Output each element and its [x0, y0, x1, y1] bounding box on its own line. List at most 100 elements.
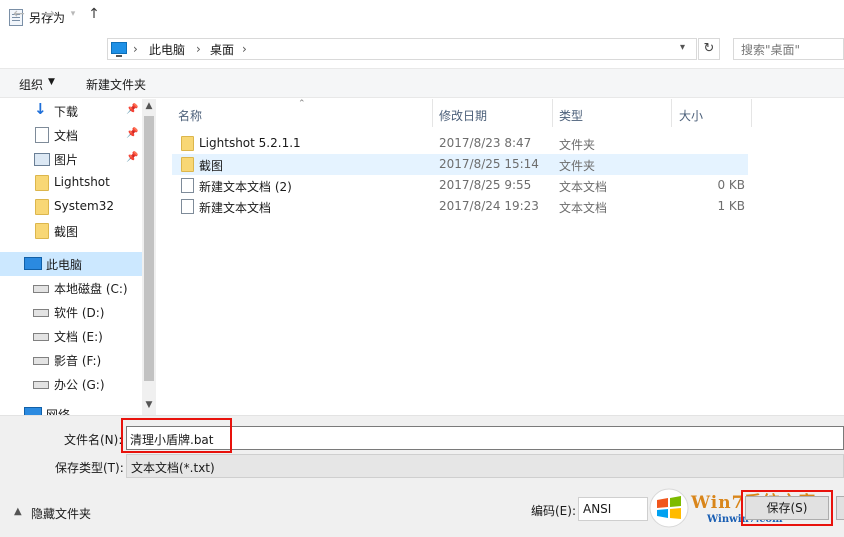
recent-locations-chevron-icon[interactable]: ▾ — [64, 5, 82, 23]
encoding-label: 编码(E): — [531, 504, 576, 518]
network-icon — [24, 407, 42, 415]
column-divider[interactable] — [552, 99, 553, 127]
nav-item-drive-c[interactable]: 本地磁盘 (C:) — [0, 276, 142, 300]
nav-item-drive-e[interactable]: 文档 (E:) — [0, 324, 142, 348]
nav-item-label: 影音 (F:) — [54, 354, 102, 368]
document-icon — [35, 127, 49, 143]
filetype-value[interactable]: 文本文档(*.txt) — [131, 459, 215, 476]
nav-item-label: 图片 — [54, 153, 79, 167]
organize-button[interactable]: 组织 — [19, 76, 43, 93]
file-size: 0 KB — [717, 178, 745, 192]
new-folder-button[interactable]: 新建文件夹 — [86, 76, 146, 93]
column-header-row: 名称 修改日期 类型 大小 — [158, 99, 844, 127]
nav-item-label: 下载 — [54, 105, 79, 119]
hide-folders-toggle[interactable]: 隐藏文件夹 — [31, 505, 91, 522]
file-type: 文件夹 — [559, 159, 596, 173]
file-date: 2017/8/25 15:14 — [439, 157, 539, 171]
computer-icon — [24, 257, 42, 270]
file-type: 文本文档 — [559, 180, 608, 194]
file-row[interactable]: Lightshot 5.2.1.1 2017/8/23 8:47 文件夹 — [172, 133, 748, 154]
breadcrumb-chevron-icon[interactable]: › — [242, 42, 247, 56]
breadcrumb-chevron-icon[interactable]: › — [196, 42, 201, 56]
encoding-value[interactable]: ANSI — [583, 502, 611, 516]
filetype-select[interactable] — [126, 454, 844, 478]
nav-item-label: 文档 — [54, 129, 79, 143]
nav-item-label: 软件 (D:) — [54, 306, 105, 320]
nav-item-label: 本地磁盘 (C:) — [54, 282, 128, 296]
pin-icon: 📌 — [126, 104, 139, 115]
back-arrow-icon[interactable]: ← — [10, 5, 28, 23]
file-type: 文本文档 — [559, 201, 608, 215]
breadcrumb-desktop[interactable]: 桌面 — [210, 41, 234, 58]
picture-icon — [34, 153, 50, 166]
filename-input[interactable] — [126, 426, 844, 450]
nav-item-downloads[interactable]: ↓ 下载 📌 — [0, 99, 142, 123]
breadcrumb-this-pc[interactable]: 此电脑 — [149, 41, 185, 58]
column-divider[interactable] — [671, 99, 672, 127]
up-arrow-icon[interactable]: ↑ — [85, 5, 103, 23]
collapse-caret-icon[interactable]: ▲ — [14, 506, 22, 517]
file-row[interactable]: 截图 2017/8/25 15:14 文件夹 — [172, 154, 748, 175]
search-placeholder: 搜索"桌面" — [741, 43, 801, 57]
cancel-button[interactable] — [836, 496, 844, 520]
folder-icon — [181, 157, 194, 172]
nav-item-label: 截图 — [54, 225, 79, 239]
filename-label: 文件名(N): — [64, 433, 123, 447]
nav-item-documents[interactable]: 文档 📌 — [0, 123, 142, 147]
nav-item-screenshots[interactable]: 截图 — [0, 219, 142, 243]
scroll-down-icon[interactable]: ▼ — [142, 400, 156, 410]
column-divider[interactable] — [432, 99, 433, 127]
nav-item-system32[interactable]: System32 — [0, 195, 142, 219]
breadcrumb-chevron-icon[interactable]: › — [133, 42, 138, 56]
file-size: 1 KB — [717, 199, 745, 213]
nav-scrollbar-thumb[interactable] — [144, 116, 154, 381]
folder-icon — [35, 223, 49, 239]
nav-item-network[interactable]: 网络 — [0, 402, 142, 415]
file-row[interactable]: 新建文本文档 2017/8/24 19:23 文本文档 1 KB — [172, 196, 748, 217]
nav-item-drive-g[interactable]: 办公 (G:) — [0, 372, 142, 396]
nav-item-pictures[interactable]: 图片 📌 — [0, 147, 142, 171]
nav-item-label: 办公 (G:) — [54, 378, 105, 392]
drive-icon — [33, 285, 49, 293]
nav-item-this-pc[interactable]: 此电脑 — [0, 252, 142, 276]
drive-icon — [33, 309, 49, 317]
file-name: 截图 — [199, 159, 224, 173]
nav-item-label: 网络 — [46, 408, 71, 415]
pin-icon: 📌 — [126, 128, 139, 139]
file-name: 新建文本文档 — [199, 201, 272, 215]
file-date: 2017/8/23 8:47 — [439, 136, 532, 150]
pin-icon: 📌 — [126, 152, 139, 163]
column-header-type[interactable]: 类型 — [559, 107, 583, 124]
nav-item-label: Lightshot — [54, 175, 110, 189]
title-bar — [0, 0, 844, 36]
file-date: 2017/8/25 9:55 — [439, 178, 532, 192]
column-divider[interactable] — [751, 99, 752, 127]
file-row[interactable]: 新建文本文档 (2) 2017/8/25 9:55 文本文档 0 KB — [172, 175, 748, 196]
column-header-name[interactable]: 名称 — [178, 107, 202, 124]
column-header-date[interactable]: 修改日期 — [439, 107, 487, 124]
nav-item-lightshot[interactable]: Lightshot — [0, 171, 142, 195]
nav-item-label: 文档 (E:) — [54, 330, 103, 344]
download-icon: ↓ — [34, 100, 47, 118]
file-date: 2017/8/24 19:23 — [439, 199, 539, 213]
windows-logo-icon — [649, 488, 689, 528]
file-name: Lightshot 5.2.1.1 — [199, 136, 301, 150]
file-type: 文件夹 — [559, 138, 596, 152]
nav-item-label: 此电脑 — [46, 258, 83, 272]
column-header-size[interactable]: 大小 — [679, 107, 703, 124]
filename-annotation-box — [121, 418, 232, 453]
folder-icon — [35, 199, 49, 215]
drive-icon — [33, 381, 49, 389]
forward-arrow-icon[interactable]: → — [40, 5, 58, 23]
save-annotation-box — [741, 490, 833, 526]
drive-icon — [33, 333, 49, 341]
nav-item-drive-f[interactable]: 影音 (F:) — [0, 348, 142, 372]
address-dropdown-icon[interactable]: ▾ — [680, 42, 685, 53]
text-file-icon — [181, 178, 194, 193]
nav-item-drive-d[interactable]: 软件 (D:) — [0, 300, 142, 324]
sort-ascending-icon: ⌃ — [298, 99, 306, 109]
folder-icon — [181, 136, 194, 151]
refresh-icon[interactable]: ↻ — [698, 38, 720, 60]
scroll-up-icon[interactable]: ▲ — [142, 101, 156, 111]
organize-dropdown-icon[interactable]: ▼ — [48, 77, 55, 87]
